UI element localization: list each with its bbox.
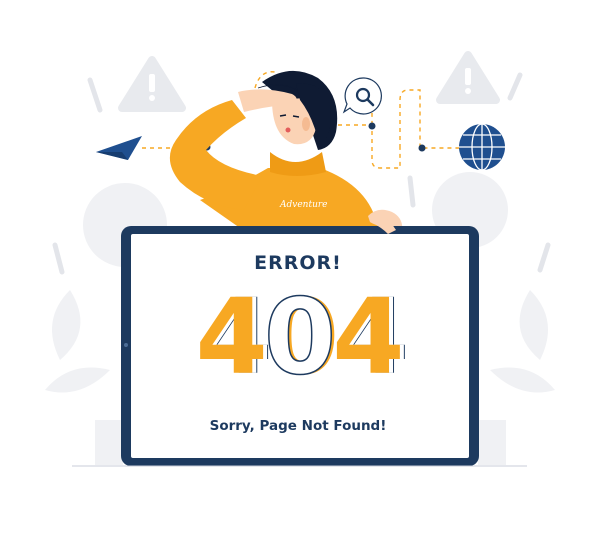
leaf-left-2 (45, 367, 110, 393)
warning-triangle-icon (118, 56, 186, 112)
error-title: ERROR! (254, 252, 342, 274)
leaf-left (52, 290, 81, 360)
magnifier-icon (342, 77, 382, 115)
warning-triangle-icon-right (436, 51, 500, 104)
code-digit-middle: 0 (263, 276, 337, 398)
globe-icon (459, 123, 505, 171)
code-digit-first: 4 (195, 276, 267, 398)
leaf-right (519, 290, 548, 360)
shirt-text: Adventure (280, 200, 328, 210)
not-found-message: Sorry, Page Not Found! (209, 418, 387, 434)
leaf-right-2 (490, 367, 555, 393)
code-digit-last: 4 (332, 276, 404, 398)
error-code: 404 (124, 276, 472, 398)
pot-left (95, 420, 123, 465)
pot-right (478, 420, 506, 465)
illustration-canvas (45, 51, 555, 467)
paper-plane-icon (96, 136, 142, 160)
error-404-illustration: Adventure ERROR! 404 Sorry, Page Not Fou… (0, 0, 600, 548)
